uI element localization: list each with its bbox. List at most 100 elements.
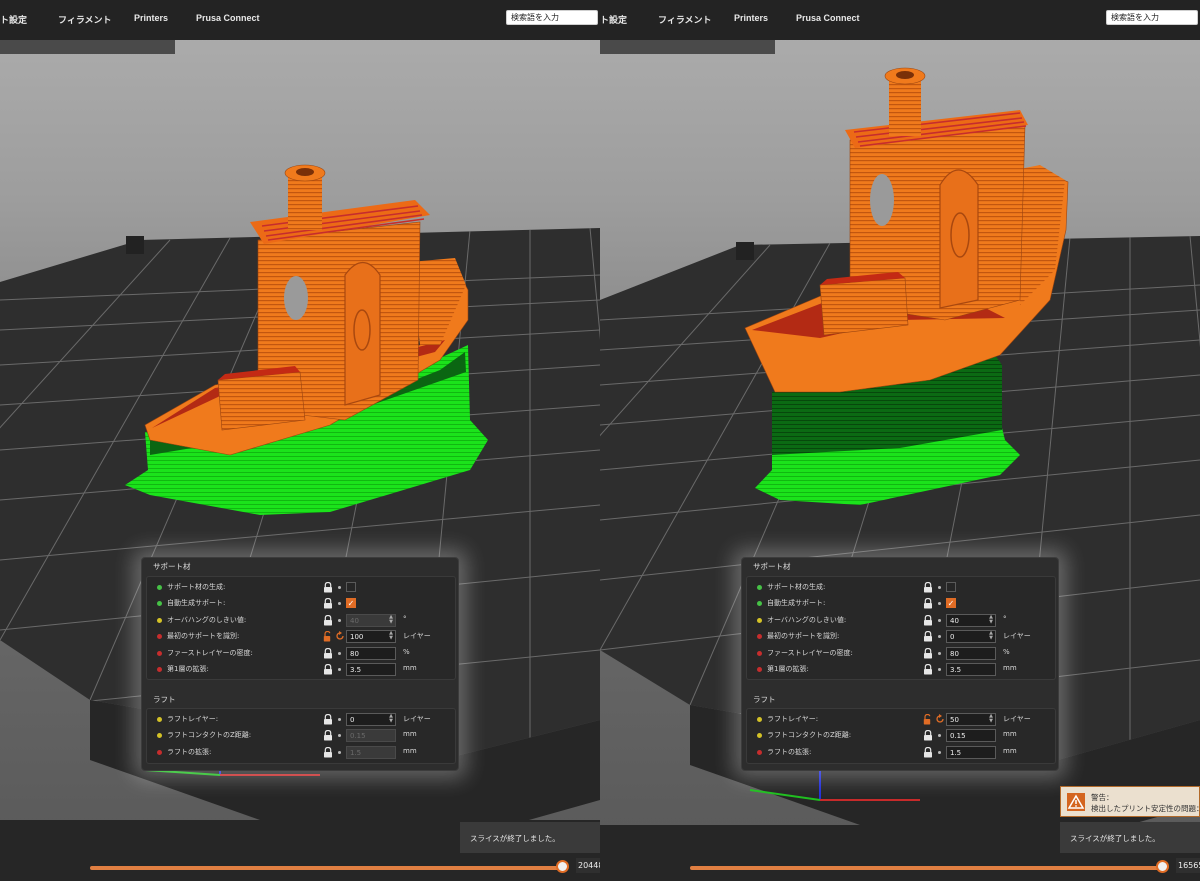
setting-input[interactable]: 3.5 — [946, 663, 996, 676]
setting-label: ラフトコンタクトのZ距離: — [167, 731, 252, 740]
spin-arrows-icon[interactable]: ▲ ▼ — [387, 714, 395, 725]
setting-row: ラフトの拡張: 1.5 mm — [157, 745, 457, 760]
mode-indicator-dot — [157, 749, 162, 755]
spin-arrows-icon[interactable]: ▲ ▼ — [387, 614, 395, 626]
lock-icon[interactable] — [323, 614, 333, 626]
checkbox[interactable] — [946, 582, 956, 592]
lock-icon[interactable] — [323, 598, 333, 609]
section-title-raft: ラフト — [153, 695, 176, 704]
checkbox-checked[interactable]: ✓ — [946, 598, 956, 609]
mode-indicator-dot — [757, 717, 762, 722]
layer-slider-track[interactable] — [90, 866, 565, 870]
lock-icon[interactable] — [923, 614, 933, 626]
cabin-window — [870, 174, 894, 226]
unlock-icon[interactable] — [323, 631, 333, 642]
lock-icon[interactable] — [323, 664, 333, 675]
viewport-right[interactable]: ト設定 フィラメント Printers Prusa Connect 検索語を入力 — [600, 0, 1200, 881]
setting-label: ラフトレイヤー: — [767, 715, 819, 723]
lock-icon[interactable] — [923, 582, 933, 593]
lock-icon[interactable] — [923, 598, 933, 609]
bullet — [338, 734, 341, 738]
setting-input[interactable]: 3.5 — [346, 663, 396, 676]
section-title-support: サポート材 — [153, 562, 191, 571]
checkbox[interactable] — [346, 582, 356, 592]
raft-group: ラフトレイヤー: 0 ▲ ▼ レイヤー ラフトコンタクトのZ距離: 0.15 mm ラフトの拡張… — [146, 708, 456, 764]
checkbox-checked[interactable]: ✓ — [346, 598, 356, 609]
setting-unit: % — [403, 647, 410, 656]
setting-row: ファーストレイヤーの密度: 80% — [157, 646, 457, 661]
mode-indicator-dot — [757, 667, 762, 672]
setting-input[interactable]: 0.15 — [946, 729, 996, 743]
lock-icon[interactable] — [923, 631, 933, 642]
layer-slider-track[interactable] — [690, 866, 1165, 870]
lock-icon[interactable] — [323, 714, 333, 725]
reset-arrow-icon[interactable] — [935, 714, 945, 724]
mode-indicator-dot — [757, 650, 762, 656]
setting-label: ファーストレイヤーの密度: — [167, 648, 253, 657]
tab-printers[interactable]: Printers — [134, 13, 168, 23]
lock-icon[interactable] — [923, 730, 933, 741]
spin-arrows-icon[interactable]: ▲ ▼ — [987, 714, 995, 725]
reset-arrow-icon[interactable] — [335, 631, 345, 641]
setting-input[interactable]: 1.5 — [946, 745, 996, 759]
setting-label: ラフトの拡張: — [167, 747, 212, 756]
mode-indicator-dot — [757, 601, 762, 607]
setting-row: ラフトコンタクトのZ距離: 0.15 mm — [757, 729, 1057, 743]
setting-unit: レイヤー — [403, 632, 431, 641]
warning-notification[interactable]: 警告： 検出したプリント安定性の問題： — [1060, 786, 1200, 817]
lock-icon[interactable] — [923, 647, 933, 659]
spin-arrows-icon[interactable]: ▲ ▼ — [987, 631, 995, 642]
tab-prusa-connect[interactable]: Prusa Connect — [796, 13, 860, 23]
raft-group: ラフトレイヤー: 50 ▲ ▼ レイヤー ラフトコンタクトのZ距離: 0.15 mm ラフトの拡… — [746, 708, 1056, 764]
bullet — [338, 602, 341, 606]
lock-icon[interactable] — [323, 730, 333, 741]
tab-printers[interactable]: Printers — [734, 13, 768, 23]
setting-input[interactable]: 80 — [346, 646, 396, 660]
lock-icon[interactable] — [323, 582, 333, 593]
mode-indicator-dot — [757, 585, 762, 590]
bullet — [938, 668, 941, 671]
mode-indicator-dot — [157, 733, 162, 739]
benchy-cargo-box — [217, 371, 306, 431]
lock-icon[interactable] — [323, 746, 333, 758]
setting-row: ファーストレイヤーの密度: 80% — [757, 646, 1057, 661]
setting-input[interactable]: 80 — [946, 646, 996, 660]
lock-icon[interactable] — [923, 746, 933, 758]
setting-label: ラフトコンタクトのZ距離: — [767, 731, 852, 740]
bullet — [338, 618, 341, 622]
setting-row: 自動生成サポート: ✓ — [157, 597, 457, 611]
mode-indicator-dot — [157, 717, 162, 722]
tab-filament[interactable]: フィラメント — [658, 13, 712, 26]
bullet — [938, 635, 941, 639]
setting-label: オーバハングのしきい値: — [767, 615, 847, 624]
spin-arrows-icon[interactable]: ▲ ▼ — [387, 631, 395, 642]
bullet — [338, 651, 341, 655]
search-input[interactable]: 検索語を入力 — [1106, 10, 1198, 25]
setting-label: 最初のサポートを識別: — [167, 632, 240, 641]
sub-toolbar — [0, 40, 175, 54]
layer-slider-handle[interactable] — [556, 860, 569, 873]
tab-print-settings[interactable]: ト設定 — [600, 13, 627, 26]
viewport-left[interactable]: ト設定 フィラメント Printers Prusa Connect 検索語を入力 — [0, 0, 600, 881]
setting-input: 0.15 — [346, 729, 396, 743]
search-input[interactable]: 検索語を入力 — [506, 10, 598, 25]
bed-clip — [126, 236, 144, 254]
lock-icon[interactable] — [923, 664, 933, 675]
setting-unit: ° — [1003, 614, 1007, 623]
tab-filament[interactable]: フィラメント — [58, 13, 112, 26]
lock-icon[interactable] — [323, 647, 333, 659]
setting-row: 第1層の拡張: 3.5 mm — [757, 663, 1057, 677]
setting-unit: レイヤー — [1003, 715, 1031, 723]
setting-row: サポート材の生成: — [757, 581, 1057, 595]
mode-indicator-dot — [157, 667, 162, 672]
tab-print-settings[interactable]: ト設定 — [0, 13, 27, 26]
bullet — [338, 586, 341, 589]
unlock-icon[interactable] — [923, 714, 933, 725]
tab-prusa-connect[interactable]: Prusa Connect — [196, 13, 260, 23]
layer-slider-handle[interactable] — [1156, 860, 1169, 873]
section-title-raft: ラフト — [753, 695, 776, 704]
mode-indicator-dot — [757, 634, 762, 640]
spin-arrows-icon[interactable]: ▲ ▼ — [987, 614, 995, 626]
setting-row: ラフトレイヤー: 0 ▲ ▼ レイヤー — [157, 713, 457, 727]
mode-indicator-dot — [157, 634, 162, 640]
